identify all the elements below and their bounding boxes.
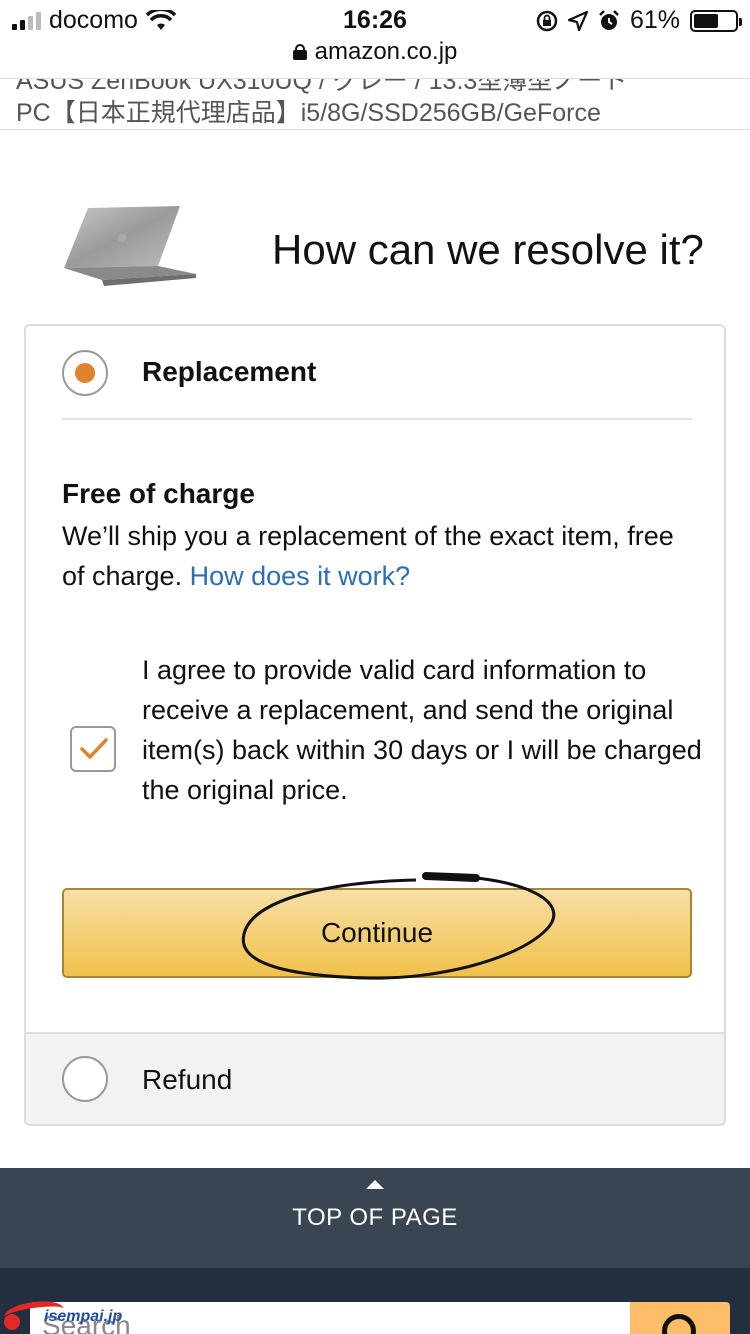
replacement-description: We’ll ship you a replacement of the exac… (62, 516, 692, 596)
refund-label[interactable]: Refund (142, 1064, 232, 1096)
battery-icon (690, 9, 742, 32)
watermark-text: isempai.jp (44, 1308, 123, 1325)
rotation-lock-icon (536, 10, 558, 31)
alarm-icon (599, 9, 619, 30)
footer-search-area: Search isempai.jp (0, 1268, 750, 1334)
product-title-strip: ASUS ZenBook UX310UQ / グレー / 13.3型薄型ノート … (0, 78, 750, 130)
laptop-product-image (64, 206, 196, 286)
replacement-label[interactable]: Replacement (142, 356, 316, 388)
how-does-it-work-link[interactable]: How does it work? (190, 561, 411, 591)
agreement-text[interactable]: I agree to provide valid card informatio… (142, 650, 702, 810)
replacement-radio[interactable] (62, 350, 108, 396)
refund-radio[interactable] (62, 1056, 108, 1102)
battery-percent: 61% (629, 6, 680, 34)
back-to-top-bar[interactable]: TOP OF PAGE (0, 1168, 750, 1268)
status-bar: docomo 16:26 61% (0, 0, 750, 40)
search-icon (662, 1314, 696, 1334)
caret-up-icon (366, 1180, 384, 1189)
free-of-charge-heading: Free of charge (62, 478, 255, 509)
divider (62, 418, 692, 420)
status-right: 61% (536, 6, 742, 35)
resolution-options-card: Replacement Free of charge We’ll ship yo… (24, 324, 726, 1126)
product-title-line: PC【日本正規代理店品】i5/8G/SSD256GB/GeForce (16, 99, 601, 127)
watermark-logo: isempai.jp (2, 1297, 134, 1332)
agree-checkbox[interactable] (70, 726, 116, 772)
checkmark-icon (80, 738, 108, 759)
refund-option-row[interactable]: Refund (26, 1032, 724, 1124)
lock-icon (292, 44, 307, 60)
location-icon (567, 10, 588, 31)
continue-button[interactable]: Continue (62, 888, 692, 978)
url-bar[interactable]: amazon.co.jp (0, 38, 750, 70)
footer-search-button[interactable] (630, 1302, 730, 1334)
url-domain: amazon.co.jp (314, 38, 458, 65)
radio-selected-dot (75, 363, 95, 383)
page-question: How can we resolve it? (272, 226, 704, 273)
top-of-page-label[interactable]: TOP OF PAGE (0, 1204, 750, 1232)
